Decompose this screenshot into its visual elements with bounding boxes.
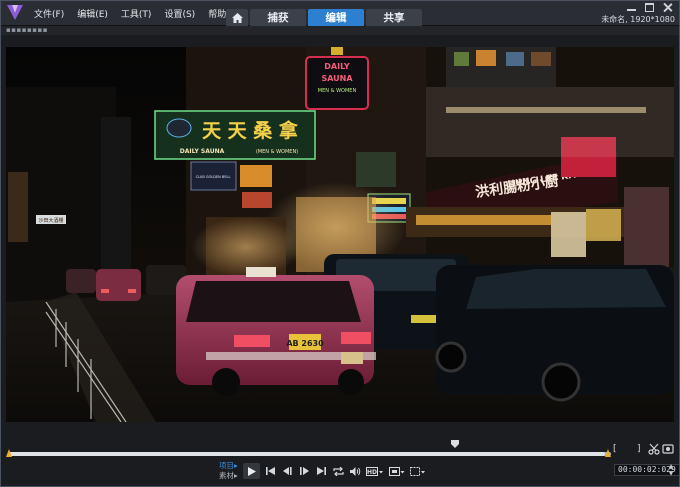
- hd-preview-button[interactable]: HD: [365, 463, 385, 479]
- sign-daily-sauna-chinese: 天 天 桑 拿: [202, 119, 299, 142]
- menu-file[interactable]: 文件(F): [34, 7, 64, 20]
- panel-grip-bar: ▪▪▪▪▪▪▪▪: [0, 26, 680, 35]
- playhead-marker-icon[interactable]: [451, 440, 459, 448]
- svg-text:HD: HD: [367, 469, 377, 476]
- app-logo-icon: [7, 5, 23, 20]
- menu-edit[interactable]: 编辑(E): [77, 7, 108, 20]
- title-bar: 文件(F) 编辑(E) 工具(T) 设置(S) 帮助(H) 捕获 编辑 共享 未…: [0, 0, 680, 26]
- sign-sauna-top: SAUNA: [321, 74, 353, 83]
- play-button[interactable]: [243, 463, 260, 479]
- hd-icon: HD: [366, 466, 383, 476]
- panel-grip-handle[interactable]: ▪▪▪▪▪▪▪▪: [6, 27, 48, 34]
- timecode-up-arrow-icon[interactable]: ▲: [667, 463, 675, 470]
- crop-tool-button[interactable]: [409, 463, 427, 479]
- preview-window: DAILY SAUNA MEN & WOMEN 天 天 桑 拿 DAILY SA…: [6, 47, 674, 422]
- sign-left: 沙田大酒樓: [38, 217, 63, 224]
- workspace-tabs: 捕获 编辑 共享: [226, 9, 422, 26]
- scissors-icon[interactable]: [648, 443, 660, 455]
- sign-club: CLUB GOLDEN BELL: [196, 175, 231, 179]
- scrubber-track[interactable]: [8, 452, 611, 456]
- maximize-button[interactable]: [645, 3, 654, 12]
- volume-button[interactable]: [348, 463, 362, 479]
- close-button[interactable]: [663, 3, 672, 12]
- tab-home[interactable]: [226, 9, 248, 26]
- transport-controls: HD: [243, 462, 427, 480]
- mode-selector: 项目▸ 素材▸: [219, 461, 238, 481]
- aspect-ratio-icon: [389, 466, 405, 476]
- play-icon: [247, 466, 256, 476]
- snapshot-icon[interactable]: [662, 443, 674, 455]
- go-to-start-button[interactable]: [263, 463, 277, 479]
- tab-capture[interactable]: 捕获: [250, 9, 306, 26]
- speaker-icon: [349, 466, 360, 476]
- preview-frame: DAILY SAUNA MEN & WOMEN 天 天 桑 拿 DAILY SA…: [6, 47, 674, 422]
- playback-panel: [ ] 项目▸ 素材▸ HD 00:00:02:029 ▲ ▼: [0, 427, 680, 487]
- go-to-end-button[interactable]: [314, 463, 328, 479]
- mark-in-button[interactable]: [: [613, 444, 617, 454]
- mode-clip[interactable]: 素材▸: [219, 471, 238, 481]
- timecode-spinner[interactable]: ▲ ▼: [667, 463, 675, 477]
- home-icon: [231, 12, 243, 23]
- menu-bar: 文件(F) 编辑(E) 工具(T) 设置(S) 帮助(H): [34, 0, 253, 26]
- sign-men-women-top: MEN & WOMEN: [318, 88, 357, 94]
- sign-daily-top: DAILY: [324, 62, 350, 71]
- skip-end-icon: [316, 467, 326, 475]
- project-info: 未命名, 1920*1080: [601, 15, 675, 24]
- crop-icon: [410, 466, 425, 476]
- taxi-license-plate: AB 2630: [286, 339, 324, 348]
- skip-start-icon: [265, 467, 275, 475]
- minimize-button[interactable]: [627, 3, 636, 12]
- step-back-icon: [282, 467, 292, 475]
- mode-project[interactable]: 项目▸: [219, 461, 238, 471]
- timecode-down-arrow-icon[interactable]: ▼: [667, 470, 675, 477]
- aspect-ratio-button[interactable]: [388, 463, 406, 479]
- step-forward-icon: [299, 467, 309, 475]
- tab-share[interactable]: 共享: [366, 9, 422, 26]
- sign-daily-sauna-en: DAILY SAUNA: [180, 148, 225, 155]
- previous-frame-button[interactable]: [280, 463, 294, 479]
- repeat-icon: [332, 466, 344, 476]
- menu-tools[interactable]: 工具(T): [121, 7, 152, 20]
- next-frame-button[interactable]: [297, 463, 311, 479]
- tab-edit[interactable]: 编辑: [308, 9, 364, 26]
- repeat-button[interactable]: [331, 463, 345, 479]
- menu-settings[interactable]: 设置(S): [164, 7, 195, 20]
- mark-out-button[interactable]: ]: [637, 444, 641, 454]
- sign-men-women: (MEN & WOMEN): [256, 149, 298, 155]
- scrubber-progress: [8, 452, 605, 456]
- window-controls: [627, 3, 672, 12]
